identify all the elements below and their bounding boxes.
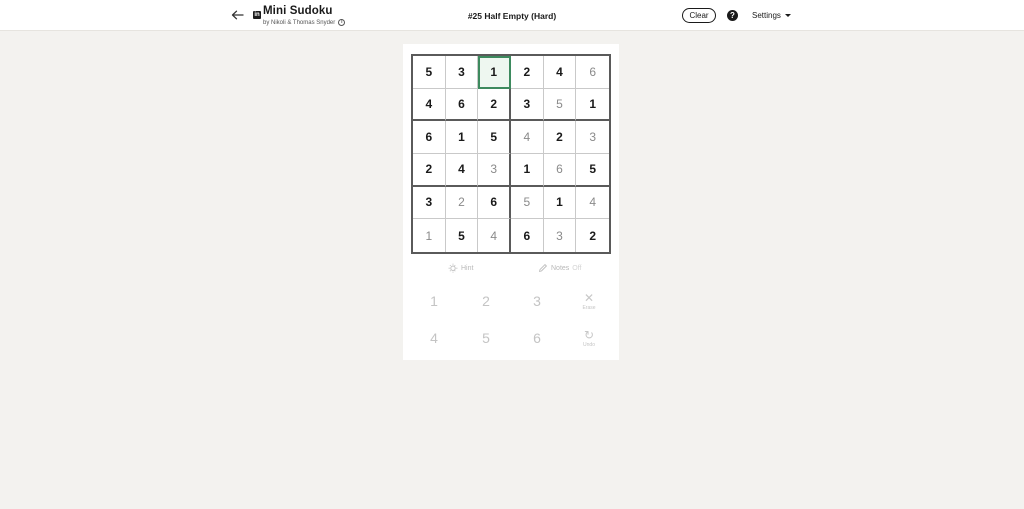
sudoku-cell[interactable]: 5 [576,154,609,187]
sudoku-cell[interactable]: 4 [511,121,544,154]
sudoku-cell[interactable]: 6 [478,186,511,220]
notes-toggle[interactable]: Notes Off [538,263,582,273]
sudoku-cell[interactable]: 4 [478,219,511,252]
sudoku-cell[interactable]: 4 [445,154,479,187]
settings-button[interactable]: Settings [752,11,791,20]
sudoku-cell[interactable]: 3 [511,88,544,122]
sudoku-cell[interactable]: 5 [511,186,544,220]
sudoku-cell[interactable]: 6 [511,219,544,252]
sudoku-board: 531246462351615423243165326514154632 [411,54,611,254]
linkedin-logo-icon: in [253,11,261,19]
sudoku-cell[interactable]: 6 [413,121,446,154]
hint-label: Hint [461,264,474,272]
byline-text: by Nikoli & Thomas Snyder [263,19,336,26]
sudoku-cell[interactable]: 6 [543,154,577,187]
sudoku-cell[interactable]: 5 [478,121,511,154]
sudoku-cell[interactable]: 2 [543,121,577,154]
sudoku-cell[interactable]: 1 [511,154,544,187]
sudoku-cell[interactable]: 5 [413,56,446,89]
sudoku-cell[interactable]: 2 [445,186,479,220]
top-bar: in Mini Sudoku by Nikoli & Thomas Snyder… [0,0,1024,31]
sudoku-cell[interactable]: 3 [445,56,479,89]
sudoku-cell[interactable]: 1 [445,121,479,154]
puzzle-title: #25 Half Empty (Hard) [467,11,557,21]
key-6[interactable]: 6 [517,323,557,353]
sudoku-cell[interactable]: 3 [413,186,446,220]
sudoku-cell[interactable]: 6 [576,56,609,89]
hint-button[interactable]: Hint [448,263,473,273]
notes-label: Notes [551,264,570,272]
sudoku-cell[interactable]: 3 [478,154,511,187]
sudoku-cell[interactable]: 3 [544,219,577,252]
sudoku-cell[interactable]: 1 [413,219,446,252]
clear-button[interactable]: Clear [682,8,716,23]
byline: by Nikoli & Thomas Snyder i [263,19,346,26]
number-keypad: 1 2 3 ✕ Erase 4 5 6 ↻ Undo [403,285,619,357]
back-button[interactable] [229,7,245,23]
help-icon[interactable]: ? [727,10,738,21]
erase-button[interactable]: ✕ Erase [569,286,609,316]
sudoku-cell[interactable]: 5 [446,219,479,252]
sudoku-cell[interactable]: 2 [478,88,511,122]
sudoku-cell[interactable]: 6 [445,88,479,122]
key-5[interactable]: 5 [466,323,506,353]
key-1[interactable]: 1 [414,286,454,316]
key-3[interactable]: 3 [517,286,557,316]
sudoku-cell[interactable]: 1 [543,186,577,220]
caret-down-icon [784,14,791,17]
sudoku-cell[interactable]: 2 [576,219,609,252]
key-4[interactable]: 4 [414,323,454,353]
sudoku-cell[interactable]: 4 [543,56,577,89]
tool-row: Hint Notes Off [403,263,619,277]
pencil-icon [539,264,547,272]
arrow-left-icon [231,10,244,20]
undo-button[interactable]: ↻ Undo [569,323,609,353]
key-2[interactable]: 2 [466,286,506,316]
sudoku-cell[interactable]: 1 [576,89,609,122]
sudoku-cell[interactable]: 4 [413,88,446,122]
undo-label: Undo [583,341,595,348]
sudoku-cell[interactable]: 4 [576,187,609,220]
close-icon: ✕ [583,290,595,305]
info-icon[interactable]: i [338,19,346,26]
sudoku-cell[interactable]: 2 [511,56,544,89]
game-panel: 531246462351615423243165326514154632 Hin… [403,44,619,360]
settings-label: Settings [752,11,781,20]
sudoku-cell[interactable]: 3 [576,121,609,154]
erase-label: Erase [582,304,596,311]
sudoku-cell[interactable]: 1 [478,56,511,89]
notes-state: Off [572,264,582,272]
sudoku-cell[interactable]: 2 [413,154,446,187]
lightbulb-icon [448,263,458,273]
app-title: Mini Sudoku [263,5,333,17]
sudoku-cell[interactable]: 5 [543,88,577,122]
undo-icon: ↻ [583,327,595,342]
